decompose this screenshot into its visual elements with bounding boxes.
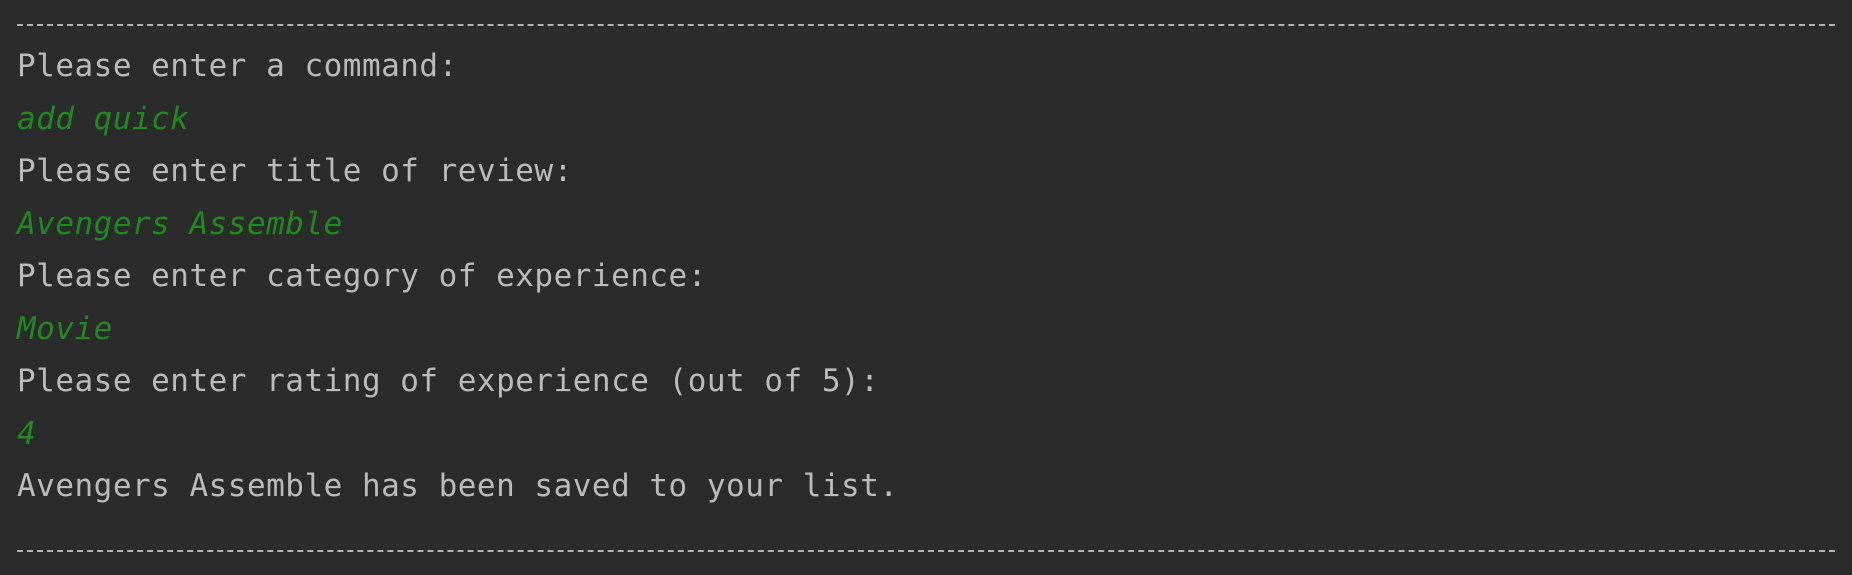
separator-top bbox=[17, 24, 1835, 26]
confirmation-message: Avengers Assemble has been saved to your… bbox=[17, 468, 899, 504]
separator-bottom bbox=[17, 550, 1835, 552]
input-title: Avengers Assemble bbox=[17, 206, 343, 242]
console-output-panel[interactable]: Please enter a command: add quick Please… bbox=[0, 0, 1852, 575]
input-command: add quick bbox=[17, 101, 190, 137]
prompt-rating: Please enter rating of experience (out o… bbox=[17, 363, 880, 399]
prompt-category: Please enter category of experience: bbox=[17, 258, 707, 294]
prompt-title: Please enter title of review: bbox=[17, 153, 573, 189]
input-rating: 4 bbox=[17, 416, 37, 452]
input-category: Movie bbox=[17, 311, 113, 347]
prompt-command: Please enter a command: bbox=[17, 48, 458, 84]
